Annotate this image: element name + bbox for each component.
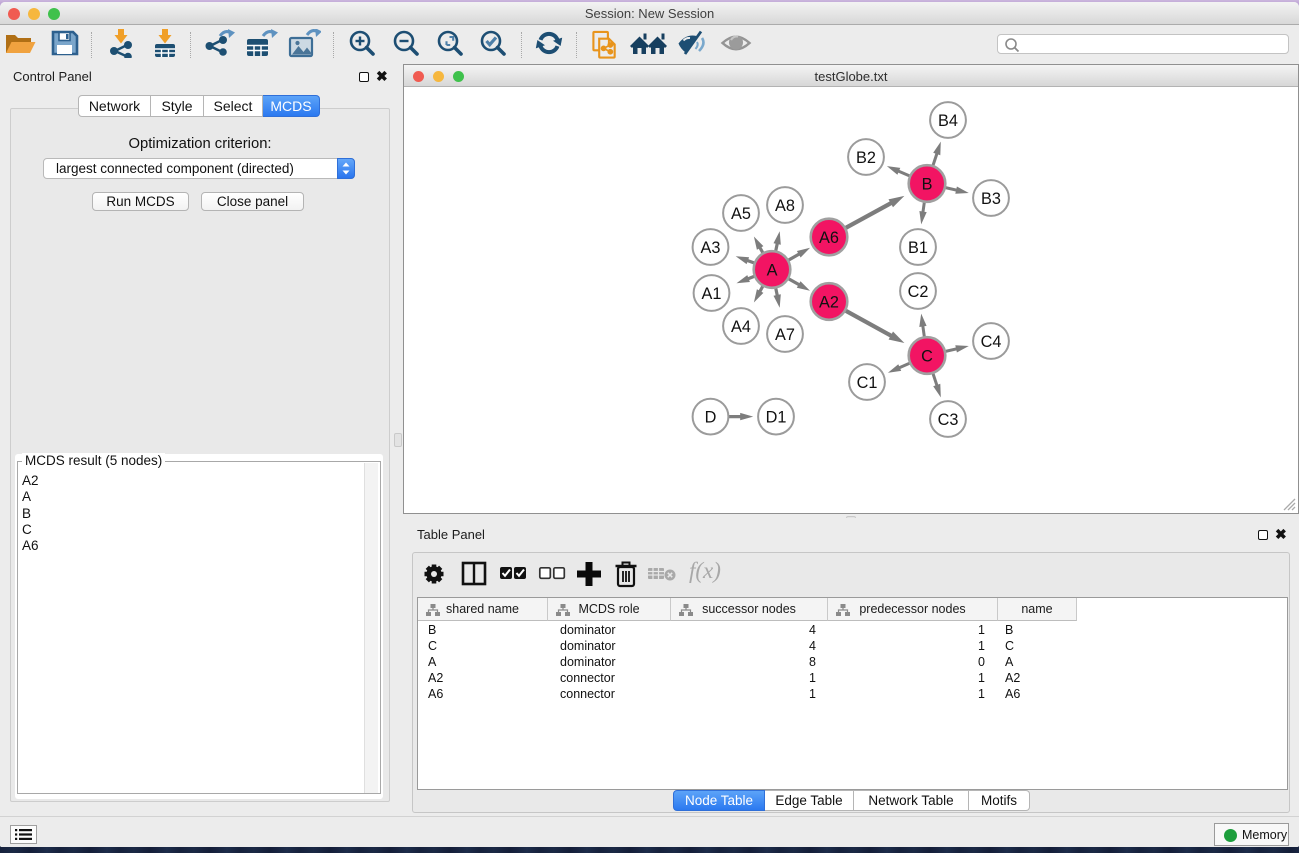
svg-text:A4: A4 <box>731 318 751 336</box>
svg-text:B1: B1 <box>908 239 928 257</box>
svg-text:A5: A5 <box>731 205 751 223</box>
svg-text:A3: A3 <box>701 239 721 257</box>
svg-text:A6: A6 <box>819 229 839 247</box>
svg-text:C1: C1 <box>857 374 878 392</box>
svg-text:C2: C2 <box>908 283 929 301</box>
svg-text:C3: C3 <box>938 411 959 429</box>
svg-text:D: D <box>705 409 717 427</box>
svg-text:A7: A7 <box>775 326 795 344</box>
svg-text:B: B <box>922 175 933 193</box>
svg-text:A1: A1 <box>702 285 722 303</box>
svg-text:B3: B3 <box>981 190 1001 208</box>
svg-text:A8: A8 <box>775 197 795 215</box>
svg-text:A: A <box>767 261 778 279</box>
svg-text:C4: C4 <box>981 333 1002 351</box>
svg-text:A2: A2 <box>819 293 839 311</box>
svg-text:D1: D1 <box>766 409 787 427</box>
svg-text:C: C <box>921 347 933 365</box>
svg-text:B2: B2 <box>856 149 876 167</box>
svg-text:B4: B4 <box>938 112 958 130</box>
